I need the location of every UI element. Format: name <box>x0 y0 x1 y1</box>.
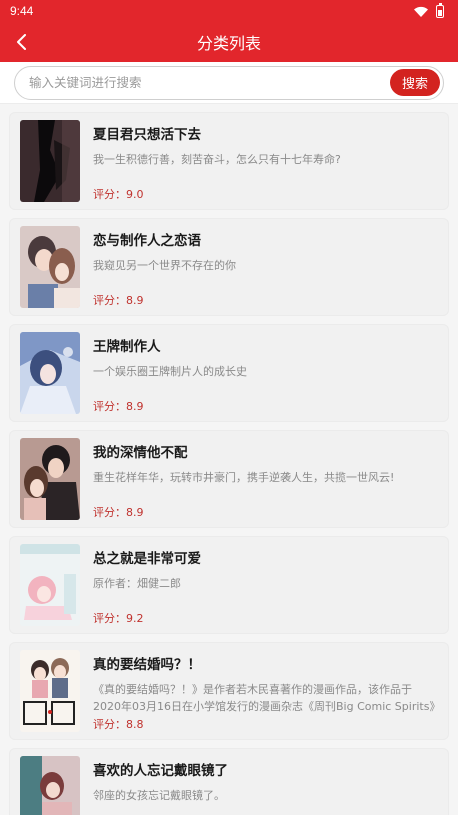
book-cover <box>20 756 80 815</box>
book-rating: 评分：8.8 <box>93 718 144 731</box>
book-description: 一个娱乐圈王牌制片人的成长史 <box>93 365 247 378</box>
book-description: 重生花样年华，玩转市井豪门，携手逆袭人生，共揽一世风云! <box>93 471 395 484</box>
book-card[interactable]: 总之就是非常可爱 原作者：畑健二郎 评分：9.2 <box>9 536 449 634</box>
back-button[interactable] <box>6 22 38 62</box>
book-title: 真的要结婚吗？！ <box>93 657 201 673</box>
book-rating: 评分：9.2 <box>93 612 144 625</box>
search-bar: 搜索 <box>0 62 458 104</box>
book-list: 夏目君只想活下去 我一生积德行善，刻苦奋斗，怎么只有十七年寿命? 评分：9.0 … <box>0 104 458 815</box>
book-title: 夏目君只想活下去 <box>93 127 201 143</box>
book-cover <box>20 226 80 308</box>
book-description: 原作者：畑健二郎 <box>93 577 181 590</box>
book-cover <box>20 120 80 202</box>
book-title: 恋与制作人之恋语 <box>93 233 201 249</box>
book-rating: 评分：8.9 <box>93 506 144 519</box>
book-cover <box>20 332 80 414</box>
book-title: 总之就是非常可爱 <box>93 551 201 567</box>
status-icons <box>414 2 444 18</box>
book-card[interactable]: 喜欢的人忘记戴眼镜了 邻座的女孩忘记戴眼镜了。 <box>9 748 449 815</box>
book-title: 王牌制作人 <box>93 339 161 355</box>
search-input[interactable] <box>29 75 390 90</box>
page-title: 分类列表 <box>196 34 261 53</box>
book-description: 我一生积德行善，刻苦奋斗，怎么只有十七年寿命? <box>93 153 341 166</box>
status-bar: 9:44 <box>0 0 458 22</box>
book-rating: 评分：8.9 <box>93 294 144 307</box>
book-description: 《真的要结婚吗？！》是作者若木民喜著作的漫画作品，该作品于2020年03月16日… <box>93 683 435 713</box>
book-cover <box>20 650 80 732</box>
book-card[interactable]: 真的要结婚吗？！ 《真的要结婚吗？！》是作者若木民喜著作的漫画作品，该作品于20… <box>9 642 449 740</box>
battery-icon <box>436 2 444 18</box>
book-title: 喜欢的人忘记戴眼镜了 <box>93 763 228 779</box>
book-title: 我的深情他不配 <box>93 445 188 461</box>
search-button[interactable]: 搜索 <box>390 69 440 96</box>
book-rating: 评分：8.9 <box>93 400 144 413</box>
status-time: 9:44 <box>10 4 34 18</box>
book-card[interactable]: 我的深情他不配 重生花样年华，玩转市井豪门，携手逆袭人生，共揽一世风云! 评分：… <box>9 430 449 528</box>
book-description: 我窥见另一个世界不存在的你 <box>93 259 236 272</box>
app-bar: 分类列表 <box>0 22 458 62</box>
book-cover <box>20 544 80 626</box>
book-card[interactable]: 恋与制作人之恋语 我窥见另一个世界不存在的你 评分：8.9 <box>9 218 449 316</box>
book-card[interactable]: 王牌制作人 一个娱乐圈王牌制片人的成长史 评分：8.9 <box>9 324 449 422</box>
wifi-icon <box>414 6 428 17</box>
book-cover <box>20 438 80 520</box>
book-rating: 评分：9.0 <box>93 188 144 201</box>
book-card[interactable]: 夏目君只想活下去 我一生积德行善，刻苦奋斗，怎么只有十七年寿命? 评分：9.0 <box>9 112 449 210</box>
back-arrow-icon <box>17 34 26 50</box>
search-box: 搜索 <box>14 65 444 100</box>
book-description: 邻座的女孩忘记戴眼镜了。 <box>93 789 225 802</box>
